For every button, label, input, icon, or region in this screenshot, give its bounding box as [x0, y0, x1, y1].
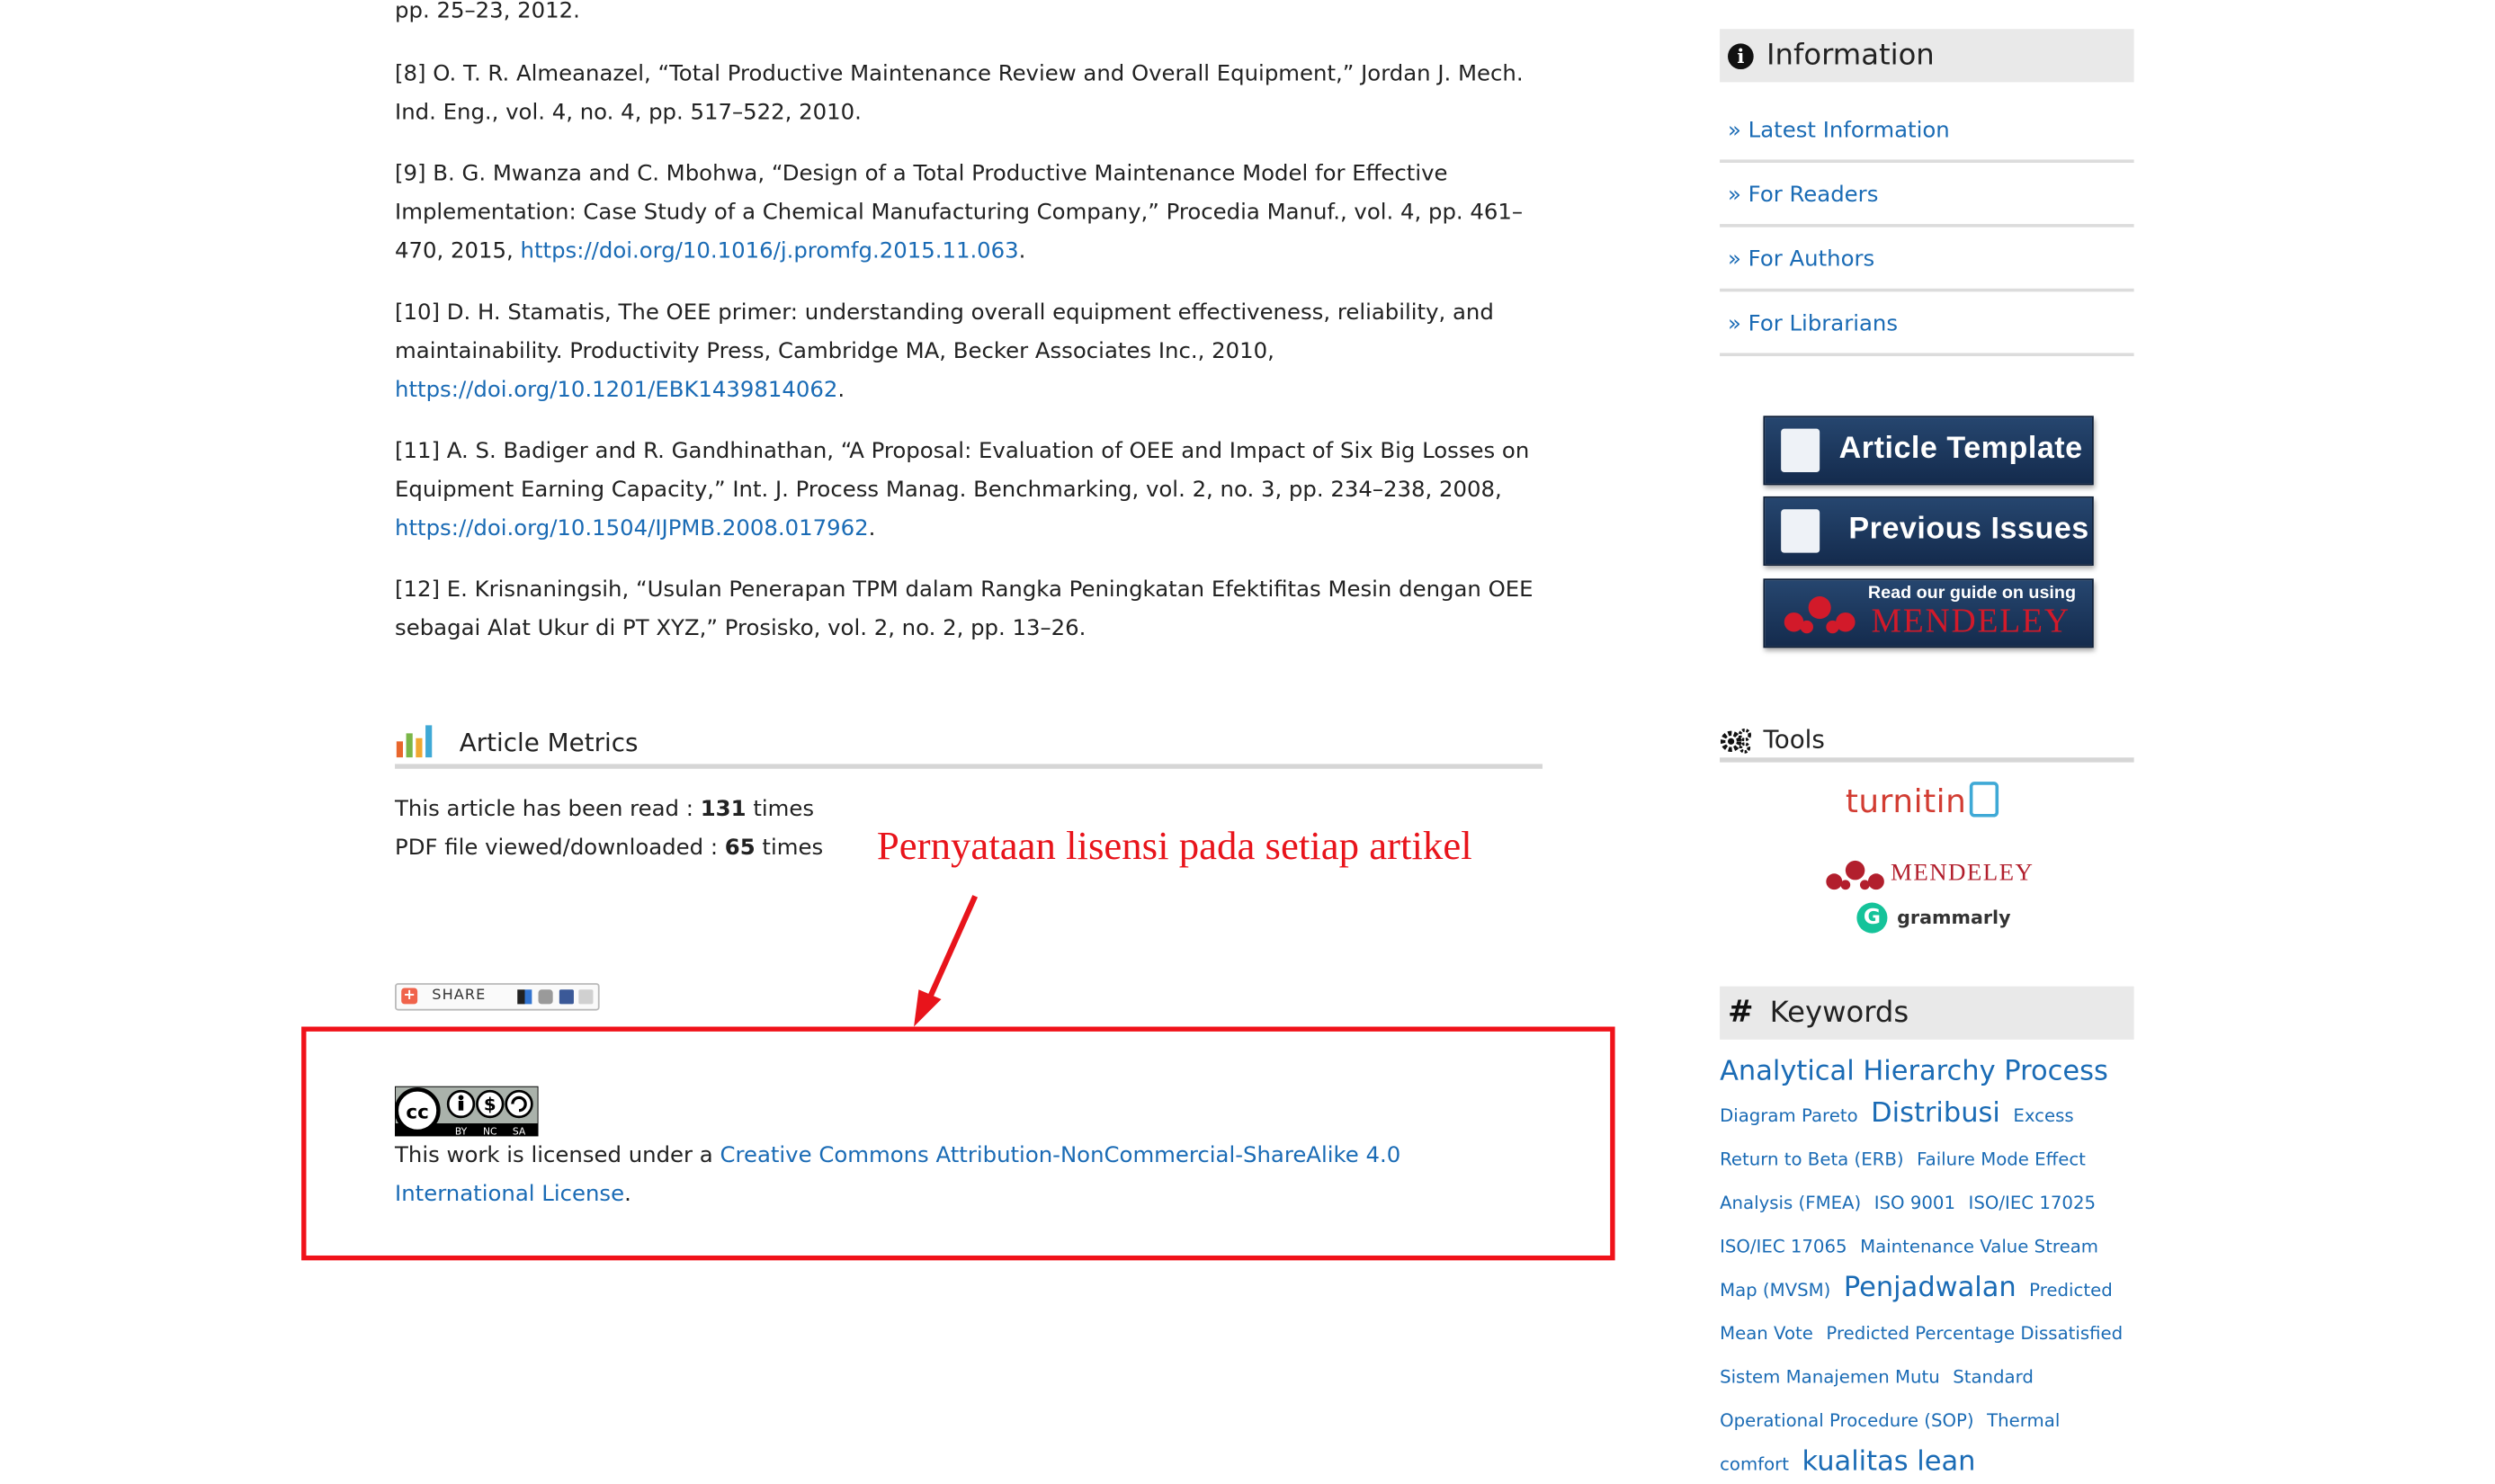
article-metrics-title: Article Metrics: [459, 728, 639, 758]
magnifier-icon: [1781, 509, 1820, 553]
sidebar-link-for-librarians[interactable]: » For Librarians: [1720, 291, 2134, 357]
read-count-line: This article has been read : 131 times: [395, 796, 815, 822]
keyword-cloud: Analytical Hierarchy Process Diagram Par…: [1720, 1050, 2134, 1484]
keyword-link[interactable]: ISO/IEC 17065: [1720, 1236, 1847, 1256]
keyword-link[interactable]: Predicted Percentage Dissatisfied: [1826, 1323, 2123, 1344]
sidebar-link-for-readers[interactable]: » For Readers: [1720, 163, 2134, 228]
keyword-link[interactable]: kualitas lean: [1802, 1445, 1976, 1478]
document-icon: [1781, 428, 1820, 473]
svg-text:BY: BY: [455, 1126, 468, 1137]
information-header: i Information: [1720, 29, 2134, 83]
addthis-plus-icon: +: [401, 988, 418, 1005]
mendeley-guide-banner[interactable]: Read our guide on using MENDELEY: [1763, 578, 2094, 648]
mendeley-logo-icon: [1784, 596, 1856, 634]
delicious-icon: [517, 989, 532, 1005]
keyword-link[interactable]: ISO/IEC 17025: [1969, 1193, 2097, 1213]
article-metrics-header: Article Metrics: [395, 719, 1543, 769]
pdf-count: 65: [724, 835, 756, 861]
reference-9: [9] B. G. Mwanza and C. Mbohwa, “Design …: [395, 161, 1524, 264]
reference-11: [11] A. S. Badiger and R. Gandhinathan, …: [395, 438, 1530, 542]
bar-chart-icon: [396, 725, 433, 758]
digg-icon: [538, 989, 553, 1005]
sidebar-link-for-authors[interactable]: » For Authors: [1720, 228, 2134, 292]
hash-icon: #: [1728, 994, 1754, 1031]
keyword-link[interactable]: Distribusi: [1871, 1097, 2000, 1130]
reference-11-doi-link[interactable]: https://doi.org/10.1504/IJPMB.2008.01796…: [395, 515, 869, 541]
facebook-icon: [559, 989, 574, 1005]
reference-10-doi-link[interactable]: https://doi.org/10.1201/EBK1439814062: [395, 377, 837, 403]
mendeley-tool-icon: [1826, 860, 1884, 890]
grammarly-logo[interactable]: grammarly: [1897, 906, 2010, 928]
svg-text:$: $: [484, 1095, 496, 1115]
keyword-link[interactable]: Penjadwalan: [1844, 1272, 2017, 1304]
more-icon: [578, 989, 594, 1005]
read-count: 131: [700, 796, 747, 822]
reference-8: [8] O. T. R. Almeanazel, “Total Producti…: [395, 61, 1524, 126]
cc-by-nc-sa-badge[interactable]: cc $ BY NC SA: [395, 1086, 539, 1137]
share-button[interactable]: + SHARE: [395, 983, 600, 1011]
reference-9-doi-link[interactable]: https://doi.org/10.1016/j.promfg.2015.11…: [521, 238, 1019, 264]
grammarly-icon: G: [1856, 902, 1888, 934]
svg-text:SA: SA: [513, 1126, 526, 1137]
annotation-text: Pernyataan lisensi pada setiap artikel: [876, 825, 1472, 869]
keyword-link[interactable]: Analytical Hierarchy Process: [1720, 1056, 2108, 1088]
mendeley-tool-logo[interactable]: MENDELEY: [1891, 861, 2034, 888]
previous-issues-banner[interactable]: Previous Issues: [1763, 496, 2094, 566]
tools-header: Tools: [1720, 722, 2134, 763]
reference-tail: pp. 25–23, 2012.: [395, 0, 580, 24]
keyword-link[interactable]: Diagram Pareto: [1720, 1105, 1858, 1126]
gears-icon: [1720, 728, 1752, 754]
article-template-banner[interactable]: Article Template: [1763, 416, 2094, 486]
svg-text:NC: NC: [483, 1126, 497, 1137]
turnitin-mark-icon: [1970, 782, 1999, 818]
keywords-header: # Keywords: [1720, 986, 2134, 1040]
license-statement: This work is licensed under a Creative C…: [395, 1142, 1401, 1208]
reference-12: [12] E. Krisnaningsih, “Usulan Penerapan…: [395, 577, 1534, 642]
pdf-count-line: PDF file viewed/downloaded : 65 times: [395, 835, 824, 861]
svg-text:cc: cc: [406, 1102, 429, 1124]
keyword-link[interactable]: ISO 9001: [1874, 1193, 1955, 1213]
keyword-link[interactable]: Sistem Manajemen Mutu: [1720, 1367, 1940, 1388]
reference-10: [10] D. H. Stamatis, The OEE primer: und…: [395, 299, 1494, 403]
info-icon: i: [1728, 43, 1754, 70]
sidebar-link-latest-information[interactable]: » Latest Information: [1720, 98, 2134, 163]
turnitin-logo[interactable]: turnitin: [1846, 782, 1999, 820]
